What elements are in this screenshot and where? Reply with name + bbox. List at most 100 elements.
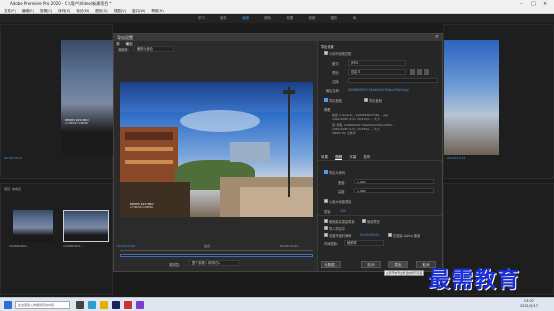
menu-window[interactable]: 窗口(W) (132, 9, 145, 13)
tab-captions[interactable]: 字幕 (349, 155, 356, 159)
render-alpha-label: 仅渲染 Alpha 通道 (393, 234, 421, 238)
preset-select[interactable]: 自定义 (348, 69, 406, 75)
workspace-tab-learn[interactable]: 学习 (198, 16, 205, 20)
import-project-checkbox[interactable] (324, 226, 328, 230)
menu-markers[interactable]: 标记(M) (76, 9, 89, 13)
workspace-tab-editing[interactable]: 编辑 (242, 16, 249, 20)
queue-button[interactable]: 队列 (361, 261, 381, 268)
premiere-icon[interactable] (112, 301, 120, 309)
source-scaling-select[interactable]: 缩放以适合 (134, 46, 174, 52)
system-clock[interactable]: 13:07 2021/5/17 (520, 299, 538, 309)
zoom-select[interactable]: 适合 (204, 244, 210, 248)
source-range-label: 源范围: (169, 263, 180, 267)
minimize-icon[interactable]: – (520, 0, 523, 8)
dialog-title: 导出设置 (114, 34, 442, 41)
workspace-tab-color[interactable]: 颜色 (264, 16, 271, 20)
export-tooltip: 立即开始导出所选的所有项目 (384, 270, 425, 276)
scrubber-track[interactable] (120, 250, 313, 251)
render-alpha-option[interactable]: 仅渲染 Alpha 通道 (388, 233, 420, 238)
max-render-option[interactable]: 使用最高渲染质量 (324, 219, 355, 224)
app-icon-2[interactable] (136, 301, 144, 309)
max-depth-checkbox[interactable] (324, 199, 328, 203)
project-clip-name-2: 2A068C601… (63, 244, 84, 248)
maximize-icon[interactable]: □ (531, 0, 536, 8)
camera-caption-2: AI TRIPLE CAMERA (65, 122, 89, 125)
output-name-link[interactable]: 2A068C601718a6d0e764bce35b0.jpg (348, 88, 409, 92)
tab-source[interactable]: 源 (116, 42, 120, 46)
start-timecode-checkbox[interactable] (324, 233, 328, 237)
menu-sequence[interactable]: 序列(S) (58, 9, 70, 13)
comments-label: 注释: (332, 80, 340, 84)
export-audio-label: 导出音频 (369, 99, 382, 103)
app-icon[interactable] (124, 301, 132, 309)
import-project-label: 导入项目中 (329, 227, 345, 231)
match-sequence-option[interactable]: 与序列设置匹配 (324, 51, 351, 56)
tab-publish[interactable]: 发布 (363, 155, 370, 159)
export-video-option[interactable]: 导出视频 (324, 98, 342, 103)
metadata-button[interactable]: 元数据... (321, 261, 341, 268)
program-preview-image (444, 40, 499, 155)
start-timecode-value[interactable]: 00;00;00;00 (360, 233, 379, 237)
interpolation-select[interactable]: 帧采样 (344, 240, 384, 246)
menu-view[interactable]: 视图(V) (114, 9, 126, 13)
workspace-tab-effects[interactable]: 效果 (286, 16, 293, 20)
summary-text: 输出: C:\Users\… 2A068C601718a… .jpg 1920x… (332, 113, 440, 149)
export-as-sequence-label: 导出为序列 (329, 171, 345, 175)
interpolation-label: 时间插值: (324, 242, 338, 246)
edge-icon[interactable] (88, 301, 96, 309)
taskbar-search-input[interactable]: 在这里输入你要搜索的内容 (15, 301, 70, 309)
menu-graphics[interactable]: 图形(G) (95, 9, 107, 13)
export-settings-pane: 导出设置 与序列设置匹配 格式: JPEG 预设: 自定义 注释: 输出名称: … (317, 41, 442, 276)
start-timecode-option[interactable]: 设置开始时间码 (324, 233, 351, 238)
export-audio-checkbox[interactable] (364, 98, 368, 102)
export-audio-option[interactable]: 导出音频 (364, 98, 382, 103)
project-clip-thumbnail-2[interactable] (63, 210, 109, 242)
import-project-option[interactable]: 导入项目中 (324, 226, 345, 231)
workspace-tab-assembly[interactable]: 组件 (220, 16, 227, 20)
source-range-bar[interactable] (120, 254, 313, 257)
file-explorer-icon[interactable] (100, 301, 108, 309)
source-range-select[interactable]: 整个剪辑 / 序列切入 (189, 260, 239, 266)
output-tabs: 效果 视频 字幕 发布 (318, 154, 442, 161)
export-button[interactable]: 导出 (388, 261, 408, 268)
height-input[interactable]: 1,080 (354, 188, 434, 193)
width-input[interactable]: 1,920 (354, 179, 434, 184)
tab-output[interactable]: 输出 (126, 42, 133, 46)
menu-file[interactable]: 文件(F) (4, 9, 16, 13)
export-video-checkbox[interactable] (324, 98, 328, 102)
dialog-close-icon[interactable]: × (435, 34, 439, 41)
import-preset-icon[interactable] (417, 69, 422, 75)
project-label: 项目: 未命名 (4, 187, 21, 191)
comments-input[interactable] (348, 78, 438, 83)
render-alpha-checkbox[interactable] (388, 233, 392, 237)
workspace-tab-audio[interactable]: 音频 (308, 16, 315, 20)
watermark-logo: 最需教育 (428, 267, 521, 293)
workspace-tab-graphics[interactable]: 图形 (331, 16, 338, 20)
timecode-end: 00;00;33;22 (280, 244, 299, 248)
export-as-sequence-checkbox[interactable] (324, 170, 328, 174)
use-preview-option[interactable]: 使用预览 (362, 219, 380, 224)
max-depth-option[interactable]: 以最大深度渲染 (324, 199, 351, 204)
export-video-label: 导出视频 (329, 99, 342, 103)
workspace-tab-libraries[interactable]: 库 (353, 16, 357, 20)
save-preset-icon[interactable] (410, 69, 415, 75)
source-monitor-panel: REDMI K20 PRO AI TRIPLE CAMERA 00;00;33;… (0, 24, 113, 179)
tab-effects[interactable]: 效果 (321, 155, 328, 159)
summary-source-3: 48000 Hz, 立体声 (332, 131, 356, 135)
tab-video[interactable]: 视频 (335, 155, 343, 160)
project-clip-thumbnail-1[interactable] (13, 210, 53, 242)
workspace-bar: 学习 组件 编辑 颜色 效果 音频 图形 库 (0, 14, 554, 23)
use-preview-checkbox[interactable] (362, 219, 366, 223)
close-icon[interactable]: × (543, 0, 547, 8)
format-select[interactable]: JPEG (348, 60, 406, 66)
match-sequence-checkbox[interactable] (324, 51, 328, 55)
max-render-checkbox[interactable] (324, 219, 328, 223)
delete-preset-icon[interactable] (424, 69, 429, 75)
menu-help[interactable]: 帮助(H) (151, 9, 163, 13)
menu-clip[interactable]: 剪辑(C) (40, 9, 52, 13)
menu-edit[interactable]: 编辑(E) (22, 9, 34, 13)
start-icon[interactable] (4, 301, 12, 309)
export-as-sequence-option[interactable]: 导出为序列 (324, 170, 345, 175)
quality-value[interactable]: 100 (340, 209, 346, 213)
task-view-icon[interactable] (76, 301, 84, 309)
